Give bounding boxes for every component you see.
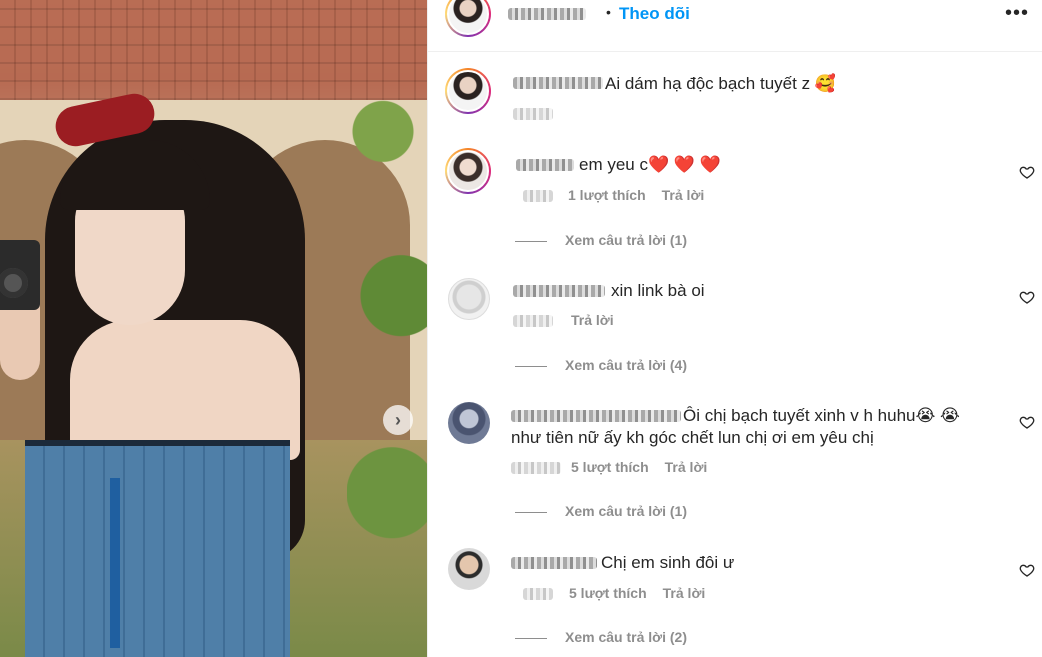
view-replies-button[interactable]: Xem câu trả lời (1): [515, 232, 687, 248]
comment-meta: 5 lượt thích Trả lời: [569, 585, 721, 601]
photo-ribbon: [110, 478, 120, 648]
view-replies-label: Xem câu trả lời (2): [565, 629, 687, 645]
comment-timestamp: [513, 315, 553, 327]
view-replies-label: Xem câu trả lời (1): [565, 503, 687, 519]
caption-username[interactable]: [513, 77, 603, 89]
divider: [515, 240, 547, 242]
photo-corset: [25, 440, 290, 657]
like-count[interactable]: 5 lượt thích: [571, 459, 649, 475]
reply-button[interactable]: Trả lời: [665, 459, 708, 475]
commenter-avatar[interactable]: [445, 148, 491, 194]
caption-avatar[interactable]: [445, 68, 491, 114]
like-count[interactable]: 5 lượt thích: [569, 585, 647, 601]
commenter-username[interactable]: [513, 285, 605, 297]
commenter-avatar[interactable]: [448, 402, 490, 444]
comment-meta: 5 lượt thích Trả lời: [571, 459, 723, 475]
view-replies-button[interactable]: Xem câu trả lời (2): [515, 629, 687, 645]
comment-timestamp: [523, 588, 553, 600]
like-heart-icon[interactable]: [1019, 289, 1035, 305]
comments-panel: • Theo dõi ••• Ai dám hạ độc bạch tuyết …: [427, 0, 1042, 657]
author-username[interactable]: [508, 8, 586, 20]
divider: [515, 365, 547, 367]
divider: [515, 637, 547, 639]
follow-button[interactable]: Theo dõi: [619, 4, 690, 24]
comment-text-line2: như tiên nữ ấy kh góc chết lun chị ơi em…: [511, 428, 874, 447]
comment-text: Chị em sinh đôi ư: [601, 553, 735, 572]
reply-button[interactable]: Trả lời: [571, 312, 614, 328]
view-replies-button[interactable]: Xem câu trả lời (4): [515, 357, 687, 373]
comment-timestamp: [511, 462, 561, 474]
commenter-username[interactable]: [511, 410, 681, 422]
post-photo: ›: [0, 0, 427, 657]
view-replies-label: Xem câu trả lời (4): [565, 357, 687, 373]
comment-text: Ôi chị bạch tuyết xinh v h huhu😭 😭: [683, 406, 960, 425]
divider: [515, 511, 547, 513]
commenter-username[interactable]: [511, 557, 597, 569]
photo-foliage: [347, 0, 427, 657]
commenter-avatar[interactable]: [448, 548, 490, 590]
comment-text: xin link bà oi: [611, 281, 705, 300]
commenter-avatar[interactable]: [448, 278, 490, 320]
like-heart-icon[interactable]: [1019, 562, 1035, 578]
chevron-right-icon[interactable]: ›: [383, 405, 413, 435]
separator-dot: •: [606, 4, 611, 20]
author-avatar[interactable]: [445, 0, 491, 37]
reply-button[interactable]: Trả lời: [663, 585, 706, 601]
reply-button[interactable]: Trả lời: [662, 187, 705, 203]
post-header: • Theo dõi •••: [428, 0, 1042, 52]
view-replies-label: Xem câu trả lời (1): [565, 232, 687, 248]
like-heart-icon[interactable]: [1019, 164, 1035, 180]
comment-meta: 1 lượt thích Trả lời: [568, 187, 720, 203]
comment-text: em yeu c❤️ ❤️ ❤️: [579, 155, 721, 174]
caption-text: Ai dám hạ độc bạch tuyết z 🥰: [605, 74, 836, 93]
caption-timestamp: [513, 108, 553, 120]
like-count[interactable]: 1 lượt thích: [568, 187, 646, 203]
view-replies-button[interactable]: Xem câu trả lời (1): [515, 503, 687, 519]
commenter-username[interactable]: [516, 159, 574, 171]
comment-meta: Trả lời: [571, 312, 630, 328]
more-options-icon[interactable]: •••: [1005, 2, 1029, 25]
like-heart-icon[interactable]: [1019, 414, 1035, 430]
comment-timestamp: [523, 190, 553, 202]
photo-shoulders: [70, 320, 300, 460]
photo-camera: [0, 240, 40, 310]
